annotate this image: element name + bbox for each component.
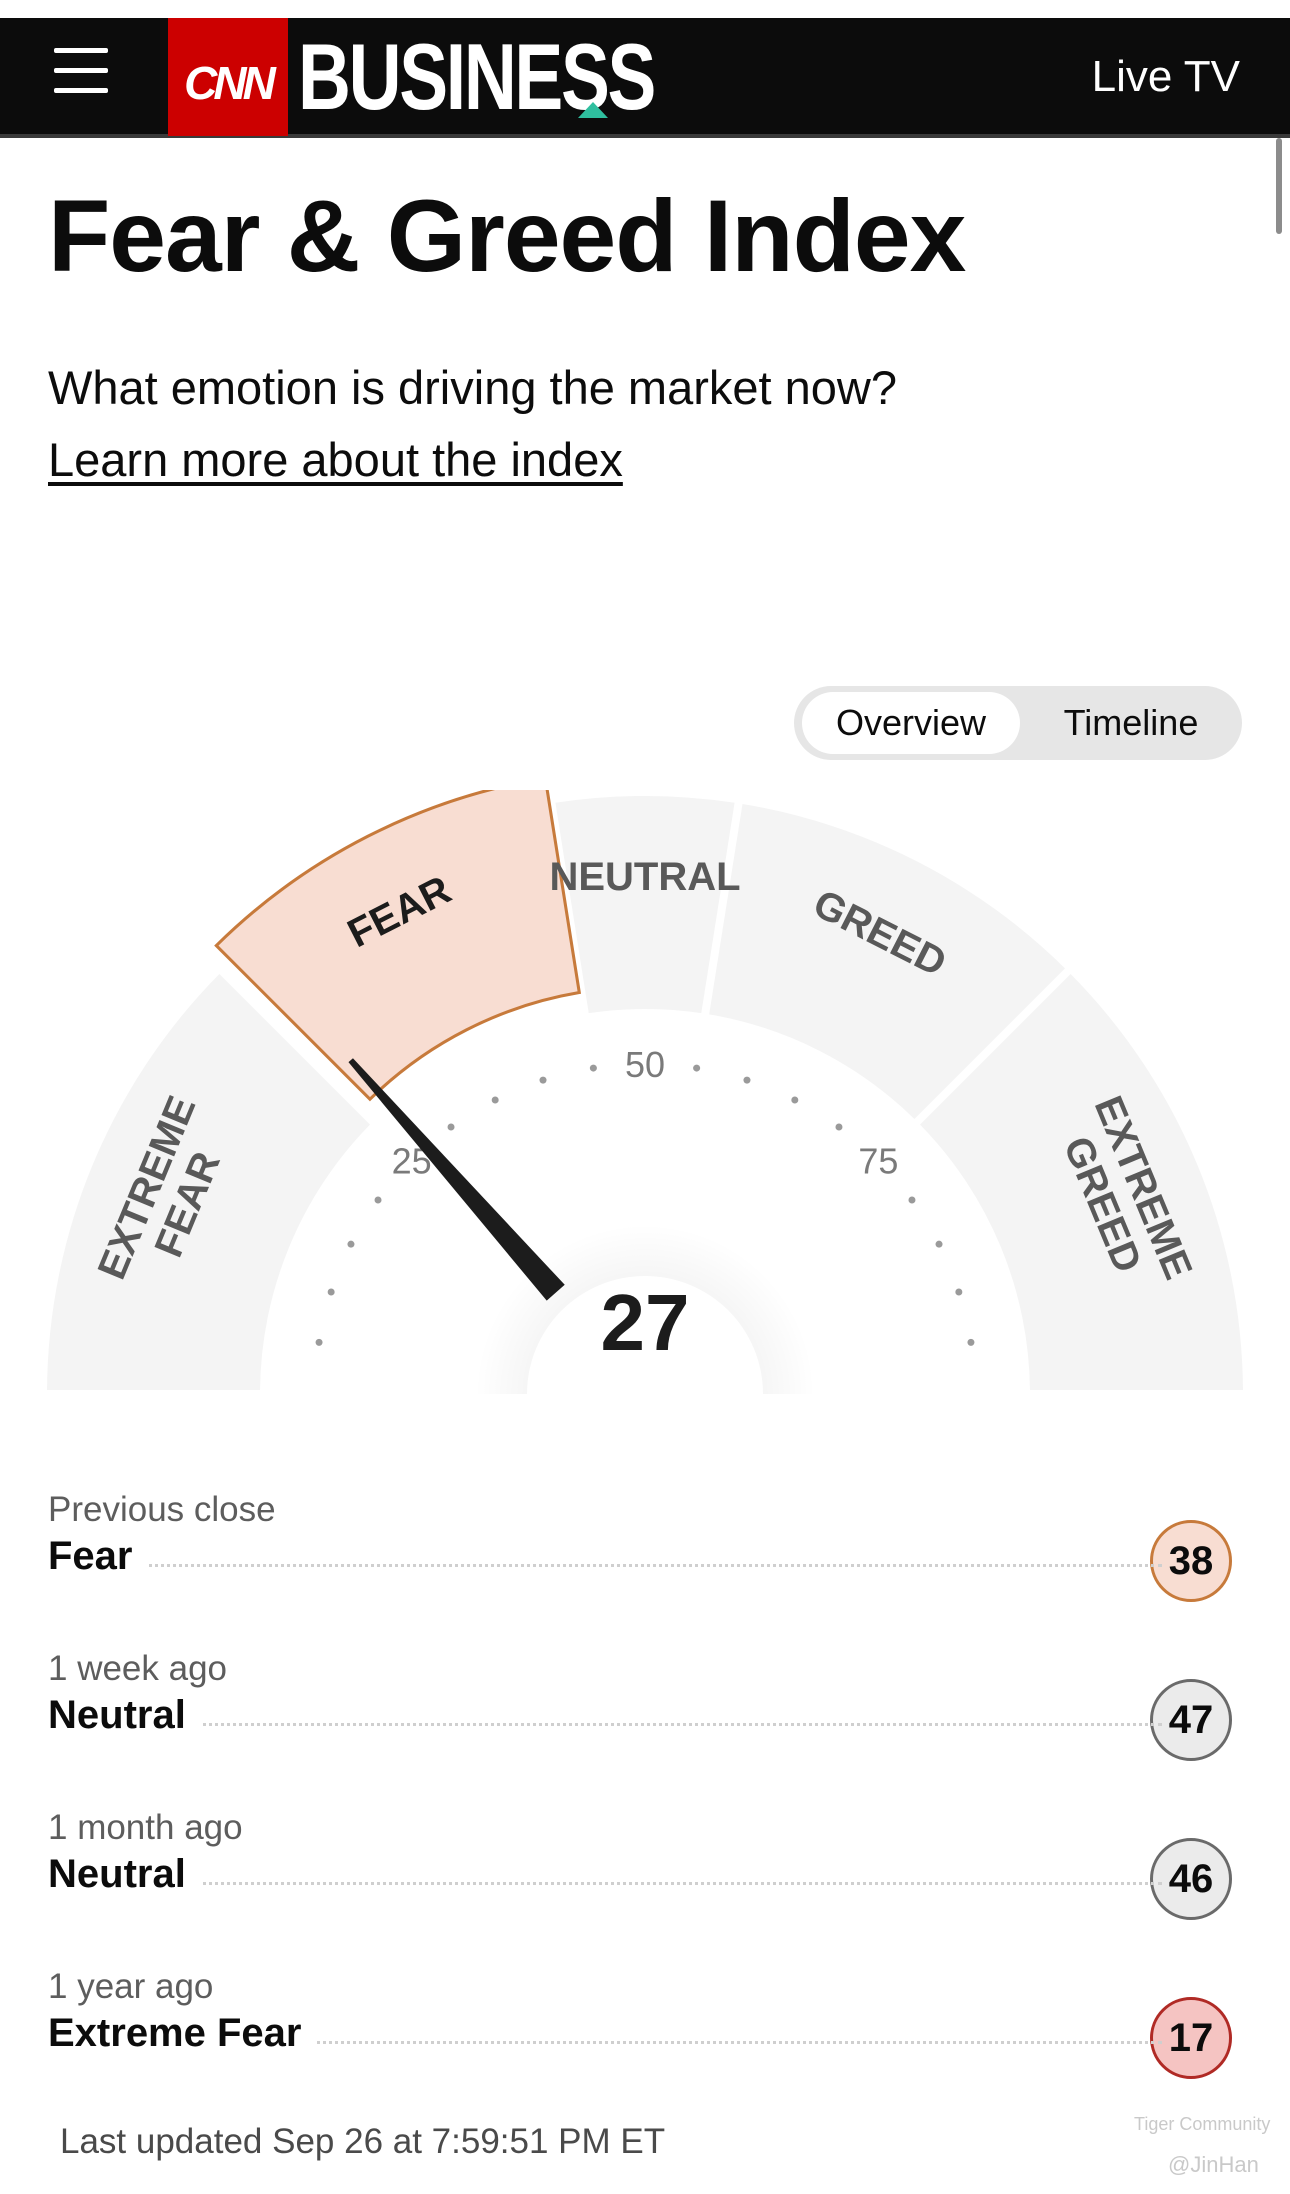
history-list: Previous close Fear 38 1 week ago Neutra… bbox=[48, 1490, 1242, 2126]
last-updated: Last updated Sep 26 at 7:59:51 PM ET bbox=[60, 2122, 666, 2161]
history-value-badge: 17 bbox=[1150, 1997, 1232, 2079]
business-triangle-icon bbox=[578, 102, 608, 118]
gauge-dot bbox=[935, 1240, 943, 1248]
gauge-dot bbox=[955, 1288, 963, 1296]
gauge-dot bbox=[791, 1096, 799, 1104]
fear-greed-gauge: EXTREMEFEAR FEAR NEUTRAL GREED EXTREMEGREED … bbox=[0, 790, 1290, 1430]
history-row-1-year: 1 year ago Extreme Fear 17 bbox=[48, 1967, 1242, 2126]
gauge-dot bbox=[743, 1076, 751, 1084]
gauge-tick-label: 50 bbox=[625, 1044, 665, 1085]
learn-more-link[interactable]: Learn more about the index bbox=[48, 432, 623, 487]
gauge-value: 27 bbox=[601, 1278, 690, 1367]
gauge-tick-label: 75 bbox=[858, 1141, 898, 1182]
history-value-badge: 47 bbox=[1150, 1679, 1232, 1761]
live-tv-link[interactable]: Live TV bbox=[1092, 52, 1240, 102]
history-label: Fear bbox=[48, 1534, 147, 1579]
history-row-previous-close: Previous close Fear 38 bbox=[48, 1490, 1242, 1649]
gauge-dot bbox=[315, 1338, 323, 1346]
history-when: 1 year ago bbox=[48, 1967, 214, 2006]
history-when: 1 month ago bbox=[48, 1808, 243, 1847]
gauge-dot bbox=[835, 1123, 843, 1131]
history-label: Neutral bbox=[48, 1852, 200, 1897]
cnn-logo-text: CNN bbox=[184, 57, 276, 109]
view-toggle: Overview Timeline bbox=[794, 686, 1242, 760]
leader-dots bbox=[58, 1564, 1162, 1567]
gauge-svg: EXTREMEFEARFEAR NEUTRALGREEDEXTREMEGREED … bbox=[0, 790, 1290, 1430]
tab-overview[interactable]: Overview bbox=[802, 692, 1020, 754]
gauge-dot bbox=[374, 1196, 382, 1204]
history-label: Extreme Fear bbox=[48, 2011, 316, 2056]
scrollbar[interactable] bbox=[1276, 138, 1282, 234]
gauge-dot bbox=[693, 1064, 701, 1072]
gauge-dot bbox=[589, 1064, 597, 1072]
gauge-dot bbox=[347, 1240, 355, 1248]
page-subtitle: What emotion is driving the market now? bbox=[48, 361, 897, 414]
gauge-segment-neutral-label: NEUTRAL bbox=[549, 855, 740, 899]
gauge-dot bbox=[967, 1338, 975, 1346]
gauge-dot bbox=[447, 1123, 455, 1131]
cnn-logo[interactable]: CNN bbox=[168, 18, 288, 136]
history-value-badge: 38 bbox=[1150, 1520, 1232, 1602]
history-label: Neutral bbox=[48, 1693, 200, 1738]
leader-dots bbox=[58, 1882, 1162, 1885]
tab-timeline[interactable]: Timeline bbox=[1026, 692, 1236, 754]
gauge-dot bbox=[327, 1288, 335, 1296]
menu-icon[interactable] bbox=[54, 44, 112, 98]
watermark-user: @JinHan bbox=[1168, 2152, 1259, 2177]
gauge-dot bbox=[539, 1076, 547, 1084]
gauge-dot bbox=[908, 1196, 916, 1204]
gauge-dot bbox=[491, 1096, 499, 1104]
history-row-1-week: 1 week ago Neutral 47 bbox=[48, 1649, 1242, 1808]
status-strip bbox=[0, 0, 1290, 18]
page-title: Fear & Greed Index bbox=[48, 179, 966, 293]
history-when: Previous close bbox=[48, 1490, 276, 1529]
gauge-segment-neutral bbox=[555, 796, 735, 1014]
watermark-brand: Tiger Community bbox=[1134, 2114, 1271, 2134]
leader-dots bbox=[58, 1723, 1162, 1726]
gauge-needle bbox=[348, 1058, 565, 1301]
history-when: 1 week ago bbox=[48, 1649, 228, 1688]
history-value-badge: 46 bbox=[1150, 1838, 1232, 1920]
history-row-1-month: 1 month ago Neutral 46 bbox=[48, 1808, 1242, 1967]
